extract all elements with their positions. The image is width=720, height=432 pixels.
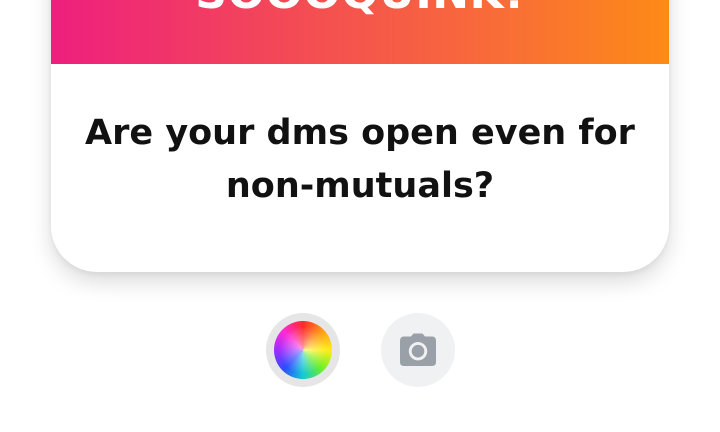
camera-icon bbox=[398, 333, 438, 367]
camera-button[interactable] bbox=[381, 313, 455, 387]
color-wheel-icon bbox=[274, 321, 332, 379]
card-header-title: SOOOQUINK! bbox=[51, 0, 669, 16]
color-button[interactable] bbox=[266, 313, 340, 387]
question-card: SOOOQUINK! Are your dms open even for no… bbox=[51, 0, 669, 272]
question-text: Are your dms open even for non-mutuals? bbox=[85, 113, 635, 206]
card-body: Are your dms open even for non-mutuals? bbox=[51, 64, 669, 272]
page: SOOOQUINK! Are your dms open even for no… bbox=[0, 0, 720, 432]
card-header: SOOOQUINK! bbox=[51, 0, 669, 64]
